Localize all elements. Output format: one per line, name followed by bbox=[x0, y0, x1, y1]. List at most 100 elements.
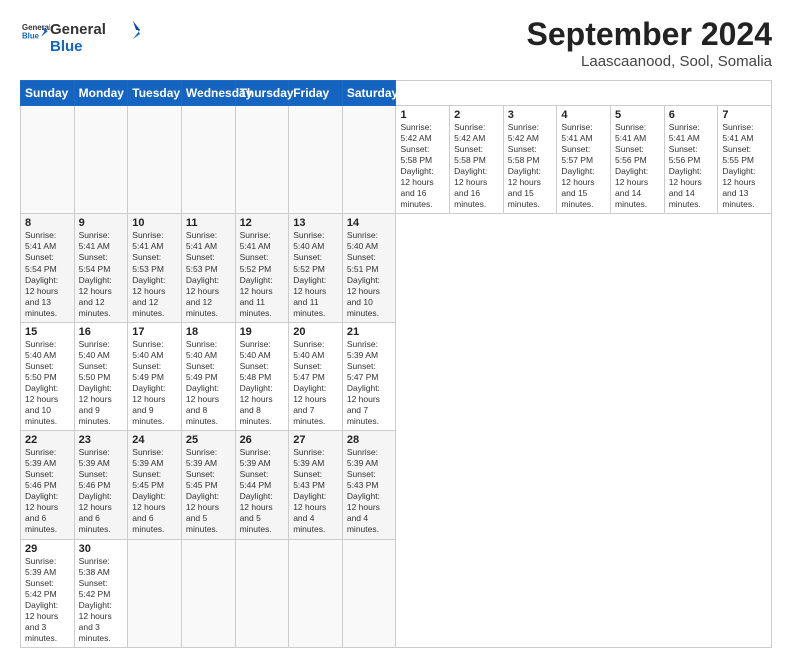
day-number: 19 bbox=[240, 326, 285, 338]
calendar-week-row: 15Sunrise: 5:40 AM Sunset: 5:50 PM Dayli… bbox=[21, 322, 772, 430]
day-detail: Sunrise: 5:39 AM Sunset: 5:43 PM Dayligh… bbox=[293, 447, 338, 535]
day-detail: Sunrise: 5:40 AM Sunset: 5:49 PM Dayligh… bbox=[186, 339, 231, 427]
calendar-week-row: 1Sunrise: 5:42 AM Sunset: 5:58 PM Daylig… bbox=[21, 106, 772, 214]
day-detail: Sunrise: 5:39 AM Sunset: 5:45 PM Dayligh… bbox=[186, 447, 231, 535]
calendar-cell: 3Sunrise: 5:42 AM Sunset: 5:58 PM Daylig… bbox=[503, 106, 557, 214]
calendar-cell: 6Sunrise: 5:41 AM Sunset: 5:56 PM Daylig… bbox=[664, 106, 718, 214]
calendar-cell: 17Sunrise: 5:40 AM Sunset: 5:49 PM Dayli… bbox=[128, 322, 182, 430]
day-number: 5 bbox=[615, 109, 660, 121]
header: General Blue General Blue September 2024… bbox=[20, 16, 772, 70]
day-detail: Sunrise: 5:39 AM Sunset: 5:47 PM Dayligh… bbox=[347, 339, 392, 427]
calendar-header-row: Sunday Monday Tuesday Wednesday Thursday… bbox=[21, 81, 772, 106]
calendar-cell bbox=[128, 539, 182, 647]
day-detail: Sunrise: 5:39 AM Sunset: 5:42 PM Dayligh… bbox=[25, 556, 70, 644]
calendar-cell: 18Sunrise: 5:40 AM Sunset: 5:49 PM Dayli… bbox=[181, 322, 235, 430]
page: General Blue General Blue September 2024… bbox=[0, 0, 792, 612]
day-detail: Sunrise: 5:41 AM Sunset: 5:56 PM Dayligh… bbox=[615, 122, 660, 210]
svg-text:Blue: Blue bbox=[22, 31, 40, 40]
calendar-cell: 13Sunrise: 5:40 AM Sunset: 5:52 PM Dayli… bbox=[289, 214, 343, 322]
calendar-cell: 20Sunrise: 5:40 AM Sunset: 5:47 PM Dayli… bbox=[289, 322, 343, 430]
day-number: 10 bbox=[132, 217, 177, 229]
day-number: 15 bbox=[25, 326, 70, 338]
calendar-cell: 21Sunrise: 5:39 AM Sunset: 5:47 PM Dayli… bbox=[342, 322, 396, 430]
svg-text:Blue: Blue bbox=[50, 38, 83, 55]
day-detail: Sunrise: 5:40 AM Sunset: 5:48 PM Dayligh… bbox=[240, 339, 285, 427]
day-detail: Sunrise: 5:39 AM Sunset: 5:46 PM Dayligh… bbox=[25, 447, 70, 535]
calendar-cell bbox=[342, 106, 396, 214]
calendar-cell: 11Sunrise: 5:41 AM Sunset: 5:53 PM Dayli… bbox=[181, 214, 235, 322]
day-detail: Sunrise: 5:40 AM Sunset: 5:52 PM Dayligh… bbox=[293, 230, 338, 318]
day-number: 18 bbox=[186, 326, 231, 338]
calendar-week-row: 8Sunrise: 5:41 AM Sunset: 5:54 PM Daylig… bbox=[21, 214, 772, 322]
day-number: 17 bbox=[132, 326, 177, 338]
calendar-cell: 12Sunrise: 5:41 AM Sunset: 5:52 PM Dayli… bbox=[235, 214, 289, 322]
day-number: 7 bbox=[722, 109, 767, 121]
day-detail: Sunrise: 5:42 AM Sunset: 5:58 PM Dayligh… bbox=[454, 122, 499, 210]
day-number: 30 bbox=[79, 543, 124, 555]
col-monday: Monday bbox=[74, 81, 128, 106]
day-number: 3 bbox=[508, 109, 553, 121]
day-detail: Sunrise: 5:39 AM Sunset: 5:43 PM Dayligh… bbox=[347, 447, 392, 535]
day-detail: Sunrise: 5:41 AM Sunset: 5:54 PM Dayligh… bbox=[79, 230, 124, 318]
day-detail: Sunrise: 5:39 AM Sunset: 5:45 PM Dayligh… bbox=[132, 447, 177, 535]
calendar-cell: 24Sunrise: 5:39 AM Sunset: 5:45 PM Dayli… bbox=[128, 431, 182, 539]
day-number: 12 bbox=[240, 217, 285, 229]
calendar-cell: 30Sunrise: 5:38 AM Sunset: 5:42 PM Dayli… bbox=[74, 539, 128, 647]
calendar-cell: 25Sunrise: 5:39 AM Sunset: 5:45 PM Dayli… bbox=[181, 431, 235, 539]
calendar-cell bbox=[235, 106, 289, 214]
calendar-cell: 8Sunrise: 5:41 AM Sunset: 5:54 PM Daylig… bbox=[21, 214, 75, 322]
calendar-cell: 23Sunrise: 5:39 AM Sunset: 5:46 PM Dayli… bbox=[74, 431, 128, 539]
day-number: 13 bbox=[293, 217, 338, 229]
day-detail: Sunrise: 5:41 AM Sunset: 5:56 PM Dayligh… bbox=[669, 122, 714, 210]
logo: General Blue General Blue bbox=[20, 16, 140, 60]
calendar-cell bbox=[181, 539, 235, 647]
calendar-cell bbox=[289, 106, 343, 214]
day-number: 20 bbox=[293, 326, 338, 338]
calendar-cell: 1Sunrise: 5:42 AM Sunset: 5:58 PM Daylig… bbox=[396, 106, 450, 214]
col-friday: Friday bbox=[289, 81, 343, 106]
day-number: 6 bbox=[669, 109, 714, 121]
calendar-week-row: 22Sunrise: 5:39 AM Sunset: 5:46 PM Dayli… bbox=[21, 431, 772, 539]
day-detail: Sunrise: 5:39 AM Sunset: 5:46 PM Dayligh… bbox=[79, 447, 124, 535]
calendar-cell: 27Sunrise: 5:39 AM Sunset: 5:43 PM Dayli… bbox=[289, 431, 343, 539]
calendar-cell: 7Sunrise: 5:41 AM Sunset: 5:55 PM Daylig… bbox=[718, 106, 772, 214]
day-number: 27 bbox=[293, 434, 338, 446]
day-detail: Sunrise: 5:40 AM Sunset: 5:49 PM Dayligh… bbox=[132, 339, 177, 427]
day-number: 25 bbox=[186, 434, 231, 446]
calendar-cell: 15Sunrise: 5:40 AM Sunset: 5:50 PM Dayli… bbox=[21, 322, 75, 430]
calendar-cell bbox=[289, 539, 343, 647]
day-number: 14 bbox=[347, 217, 392, 229]
day-detail: Sunrise: 5:41 AM Sunset: 5:54 PM Dayligh… bbox=[25, 230, 70, 318]
calendar-cell: 5Sunrise: 5:41 AM Sunset: 5:56 PM Daylig… bbox=[611, 106, 665, 214]
calendar-cell: 29Sunrise: 5:39 AM Sunset: 5:42 PM Dayli… bbox=[21, 539, 75, 647]
day-detail: Sunrise: 5:40 AM Sunset: 5:50 PM Dayligh… bbox=[25, 339, 70, 427]
day-number: 21 bbox=[347, 326, 392, 338]
day-number: 1 bbox=[400, 109, 445, 121]
day-detail: Sunrise: 5:42 AM Sunset: 5:58 PM Dayligh… bbox=[400, 122, 445, 210]
day-number: 9 bbox=[79, 217, 124, 229]
logo-svg: General Blue bbox=[50, 16, 140, 60]
day-detail: Sunrise: 5:41 AM Sunset: 5:57 PM Dayligh… bbox=[561, 122, 606, 210]
day-detail: Sunrise: 5:38 AM Sunset: 5:42 PM Dayligh… bbox=[79, 556, 124, 644]
calendar-cell: 4Sunrise: 5:41 AM Sunset: 5:57 PM Daylig… bbox=[557, 106, 611, 214]
day-number: 23 bbox=[79, 434, 124, 446]
calendar-cell: 22Sunrise: 5:39 AM Sunset: 5:46 PM Dayli… bbox=[21, 431, 75, 539]
svg-text:General: General bbox=[50, 21, 106, 38]
calendar-cell bbox=[21, 106, 75, 214]
calendar-cell: 2Sunrise: 5:42 AM Sunset: 5:58 PM Daylig… bbox=[450, 106, 504, 214]
day-detail: Sunrise: 5:41 AM Sunset: 5:53 PM Dayligh… bbox=[132, 230, 177, 318]
col-wednesday: Wednesday bbox=[181, 81, 235, 106]
day-detail: Sunrise: 5:40 AM Sunset: 5:51 PM Dayligh… bbox=[347, 230, 392, 318]
calendar-cell: 16Sunrise: 5:40 AM Sunset: 5:50 PM Dayli… bbox=[74, 322, 128, 430]
day-number: 24 bbox=[132, 434, 177, 446]
day-number: 8 bbox=[25, 217, 70, 229]
title-block: September 2024 Laascaanood, Sool, Somali… bbox=[527, 16, 772, 70]
day-number: 2 bbox=[454, 109, 499, 121]
day-detail: Sunrise: 5:41 AM Sunset: 5:52 PM Dayligh… bbox=[240, 230, 285, 318]
day-number: 22 bbox=[25, 434, 70, 446]
calendar-week-row: 29Sunrise: 5:39 AM Sunset: 5:42 PM Dayli… bbox=[21, 539, 772, 647]
col-thursday: Thursday bbox=[235, 81, 289, 106]
day-number: 4 bbox=[561, 109, 606, 121]
day-number: 11 bbox=[186, 217, 231, 229]
col-sunday: Sunday bbox=[21, 81, 75, 106]
